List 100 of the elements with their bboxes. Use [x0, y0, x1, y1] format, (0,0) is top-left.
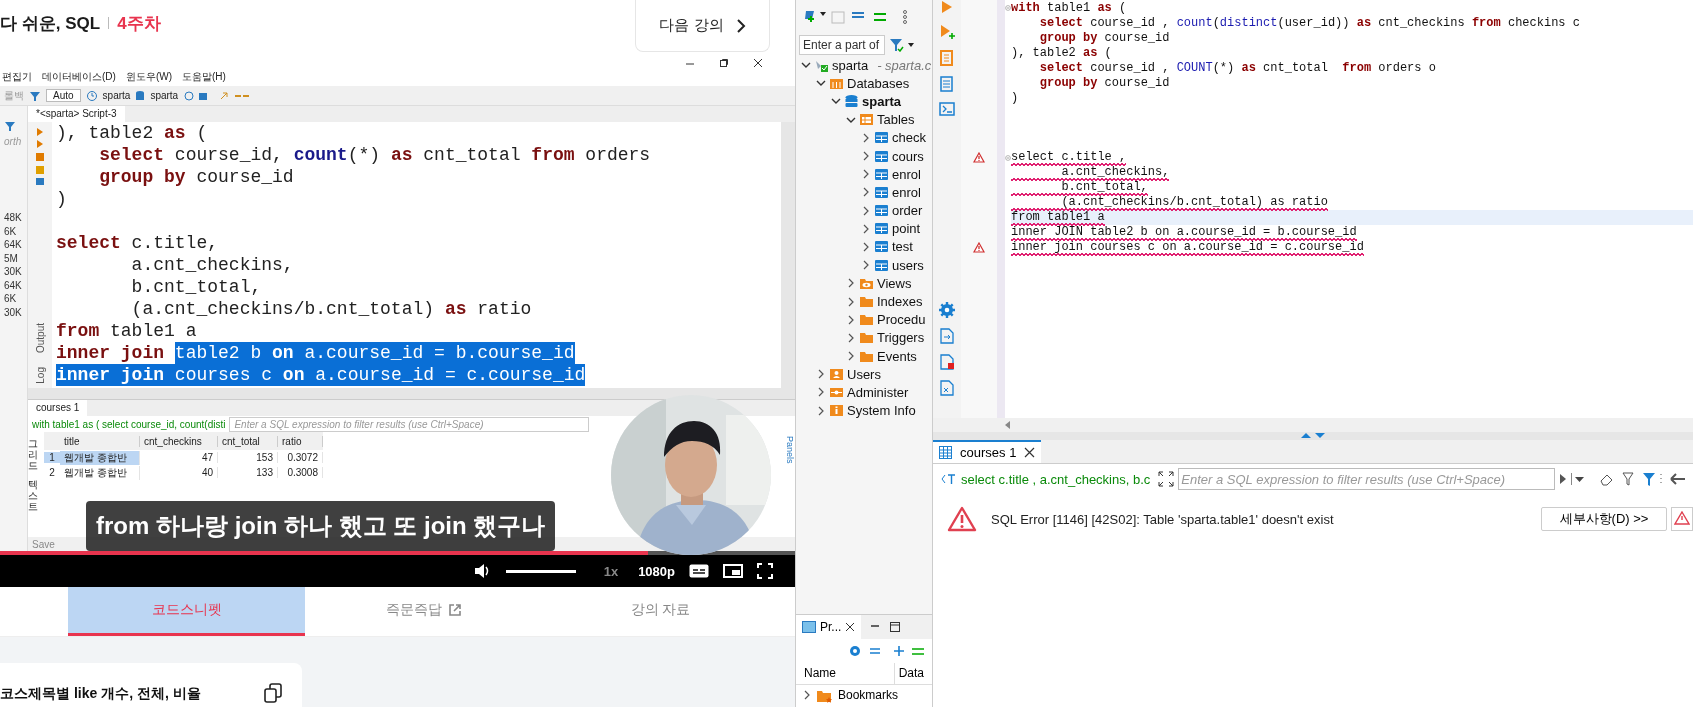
tree-item[interactable]: Bookmarks — [838, 688, 899, 702]
results-tab[interactable]: courses 1 — [933, 440, 1042, 463]
tree-item[interactable]: System Info — [847, 403, 916, 419]
captions-icon[interactable] — [689, 564, 709, 578]
tree-item[interactable]: Procedu — [877, 312, 926, 328]
row-number[interactable]: 2 — [44, 467, 60, 478]
expand-icon[interactable] — [1158, 471, 1175, 487]
code-text[interactable]: ), table2 as ( — [56, 122, 208, 144]
tree-item[interactable]: point — [892, 221, 921, 237]
chevron-right-icon[interactable] — [861, 260, 871, 271]
settings-icon[interactable] — [939, 302, 955, 318]
tree-item[interactable]: test — [892, 239, 913, 255]
tree-item[interactable]: users — [892, 257, 924, 273]
tree-item[interactable]: enrol — [892, 184, 921, 200]
horizontal-scrollbar[interactable] — [28, 388, 795, 400]
column-header[interactable]: title — [60, 435, 140, 447]
side-tab[interactable]: Panels — [785, 436, 795, 464]
chevron-right-icon[interactable] — [846, 296, 856, 307]
document-list-icon[interactable] — [940, 76, 954, 92]
tree-item[interactable]: Views — [877, 275, 912, 291]
copy-icon[interactable] — [264, 683, 282, 703]
code-text[interactable]: b.cnt_total, — [56, 276, 262, 298]
chevron-right-icon[interactable] — [816, 405, 826, 416]
chevron-right-icon[interactable] — [861, 223, 871, 234]
close-icon[interactable] — [845, 622, 856, 632]
column-header[interactable]: Name — [796, 663, 895, 684]
row-number[interactable]: 1 — [44, 452, 60, 463]
tree-item[interactable]: Indexes — [877, 294, 923, 310]
menu-item[interactable]: 데이터베이스(D) — [42, 70, 116, 84]
chevron-right-icon[interactable] — [846, 332, 856, 343]
code-text[interactable]: select c.title, — [56, 232, 219, 254]
variables-icon[interactable] — [940, 380, 954, 396]
file-error-icon[interactable] — [940, 354, 954, 370]
datasource-selector[interactable]: sparta — [102, 90, 131, 101]
tree-item[interactable]: Databases — [847, 75, 910, 91]
commit-mode-field[interactable]: Auto — [46, 89, 81, 102]
tree-item[interactable]: sparta — [832, 57, 869, 73]
column-header[interactable]: ratio — [278, 435, 323, 447]
view-tab[interactable]: 그리드 — [28, 438, 38, 471]
column-header[interactable]: cnt_total — [218, 435, 278, 447]
search-field[interactable]: Enter a part of — [799, 35, 885, 55]
filter-field[interactable]: Enter a SQL expression to filter results (use Ctrl+Space) — [229, 416, 590, 432]
close-icon[interactable] — [1024, 447, 1036, 458]
code-text[interactable]: select course_id, count(*) as cnt_total from orders — [56, 144, 651, 166]
tree-item[interactable]: sparta — [862, 93, 902, 109]
chevron-right-icon[interactable] — [861, 205, 871, 216]
projects-tab[interactable]: Pr... — [796, 615, 862, 639]
quality-button[interactable]: 1080p — [638, 563, 675, 579]
speed-button[interactable]: 1x — [603, 563, 619, 579]
tree-item[interactable]: cours — [892, 148, 924, 164]
picture-in-picture-icon[interactable] — [723, 564, 743, 578]
chevron-right-icon[interactable] — [861, 132, 871, 143]
code-text[interactable]: a.cnt_checkins, — [56, 254, 294, 276]
chevron-right-icon[interactable] — [802, 690, 812, 700]
chevron-right-icon[interactable] — [846, 314, 856, 325]
tree-item[interactable]: Triggers — [877, 330, 925, 346]
dropdown-icon[interactable] — [1571, 473, 1585, 485]
code-text[interactable]: group by course_id — [56, 166, 294, 188]
terminal-icon[interactable] — [939, 102, 955, 116]
error-log-button[interactable] — [1671, 507, 1693, 531]
chevron-right-icon[interactable] — [861, 187, 871, 198]
menu-item[interactable]: 편집기 — [2, 70, 32, 84]
run-filter-icon[interactable] — [1559, 473, 1567, 485]
chevron-right-icon[interactable] — [861, 241, 871, 252]
maximize-icon[interactable] — [889, 621, 902, 633]
tree-item[interactable]: order — [892, 203, 923, 219]
chevron-right-icon[interactable] — [816, 387, 826, 398]
chevron-right-icon[interactable] — [816, 369, 826, 380]
export-icon[interactable] — [940, 328, 954, 344]
progress-track[interactable] — [0, 551, 795, 555]
column-header[interactable]: cnt_checkins — [140, 435, 218, 447]
details-button[interactable]: 세부사항(D) >> — [1541, 507, 1667, 531]
code-text[interactable]: inner join courses c on a.course_id = c.course_id — [56, 364, 586, 386]
code-text[interactable]: ) — [56, 188, 67, 210]
fullscreen-icon[interactable] — [757, 563, 773, 579]
chevron-right-icon[interactable] — [846, 351, 856, 362]
more-icon[interactable] — [902, 10, 908, 24]
tree-item[interactable]: Users — [847, 366, 881, 382]
lesson-tab[interactable]: 즉문즉답 — [305, 587, 542, 636]
tree-item[interactable]: Administer — [847, 384, 909, 400]
tree-item[interactable]: enrol — [892, 166, 921, 182]
tree-item[interactable]: check — [892, 130, 926, 146]
lesson-tab[interactable]: 강의 자료 — [542, 587, 779, 636]
next-lesson-button[interactable]: 다음 강의 — [635, 0, 770, 52]
filter-icon[interactable] — [889, 38, 915, 52]
schema-selector[interactable]: sparta — [150, 90, 179, 101]
column-header[interactable]: Data — [894, 663, 932, 684]
tree-item[interactable]: Events — [877, 348, 917, 364]
scroll-left-icon[interactable] — [1003, 420, 1011, 430]
code-text[interactable]: inner join — [56, 342, 175, 364]
view-tab[interactable]: 텍스트 — [28, 479, 38, 512]
editor-tab[interactable]: *<sparta> Script-3 — [28, 106, 125, 122]
tree-item[interactable]: Tables — [877, 112, 915, 128]
results-tab[interactable]: courses 1 — [28, 400, 88, 416]
volume-slider[interactable] — [505, 569, 576, 573]
menu-item[interactable]: 도움말(H) — [182, 70, 226, 84]
panel-toggle-icon[interactable] — [1300, 432, 1326, 438]
chevron-right-icon[interactable] — [846, 278, 856, 289]
chevron-right-icon[interactable] — [861, 151, 871, 162]
code-text[interactable]: from table1 a — [56, 320, 197, 342]
